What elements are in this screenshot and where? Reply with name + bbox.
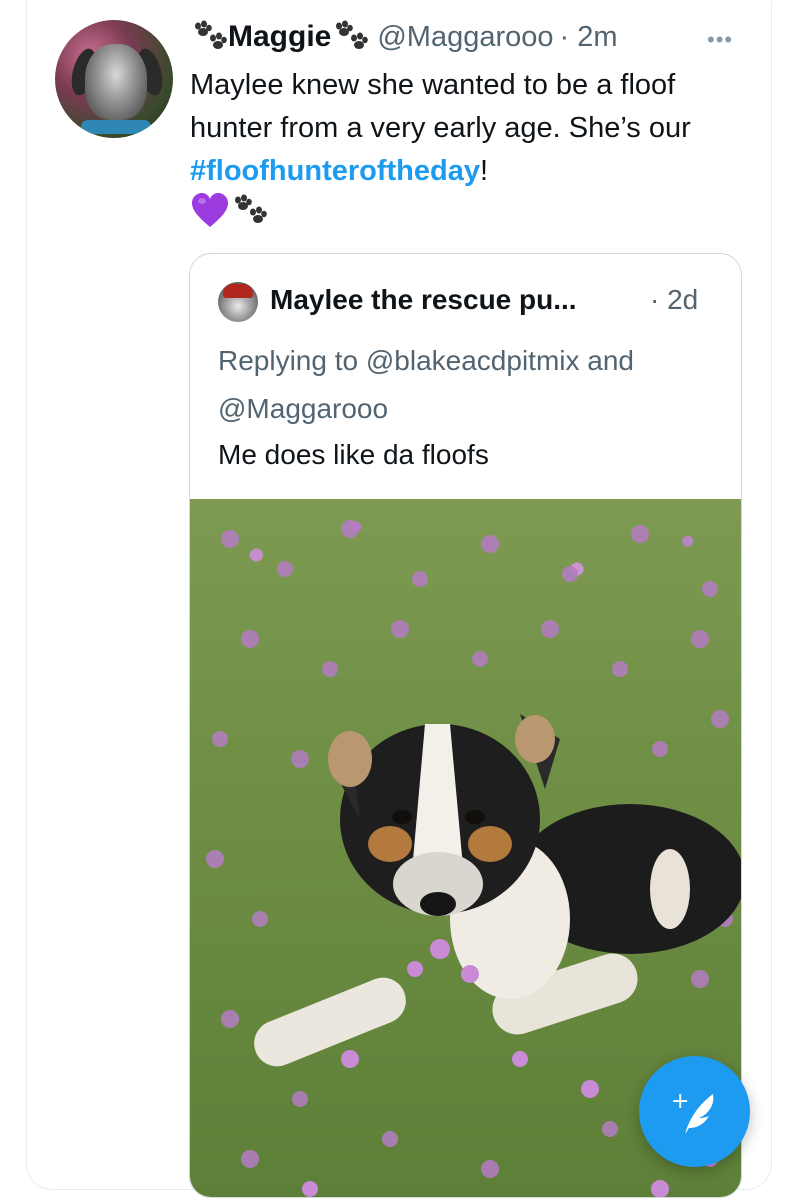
tweet-text-body: Maylee knew she wanted to be a floof hun…	[190, 69, 691, 144]
quoted-tweet-text: Me does like da floofs	[218, 439, 489, 470]
paw-prints-icon	[195, 20, 227, 49]
quoted-author-avatar[interactable]	[218, 282, 258, 322]
emoji-row	[190, 192, 268, 230]
tweet-timestamp[interactable]: · 2m	[560, 21, 618, 54]
quoted-author-display-name[interactable]: Maylee the rescue pu...	[270, 284, 577, 316]
tweet-text: Maylee knew she wanted to be a floof hun…	[190, 64, 750, 193]
replying-to-text: Replying to @blakeacdpitmix and @Maggaro…	[218, 345, 634, 424]
paw-prints-icon	[235, 194, 267, 223]
compose-tweet-icon: +	[671, 1089, 713, 1134]
hashtag-link[interactable]: #floofhunteroftheday	[190, 155, 480, 187]
quoted-tweet-timestamp[interactable]: · 2d	[650, 284, 698, 316]
quoted-tweet[interactable]: Maylee the rescue pu... · 2d Replying to…	[189, 253, 742, 1198]
plus-glyph: +	[671, 1089, 689, 1114]
author-handle[interactable]: @Maggarooo	[377, 21, 553, 54]
compose-tweet-button[interactable]: +	[639, 1056, 750, 1167]
author-display-name[interactable]: Maggie	[228, 20, 331, 54]
tweet-header: Maggie @Maggarooo · 2m	[190, 15, 618, 59]
more-horizontal-icon[interactable]: •••	[707, 27, 733, 53]
paw-prints-icon	[336, 20, 369, 49]
tweet-text-end: !	[480, 155, 489, 187]
purple-heart-icon	[192, 193, 228, 227]
author-avatar[interactable]	[55, 20, 173, 138]
